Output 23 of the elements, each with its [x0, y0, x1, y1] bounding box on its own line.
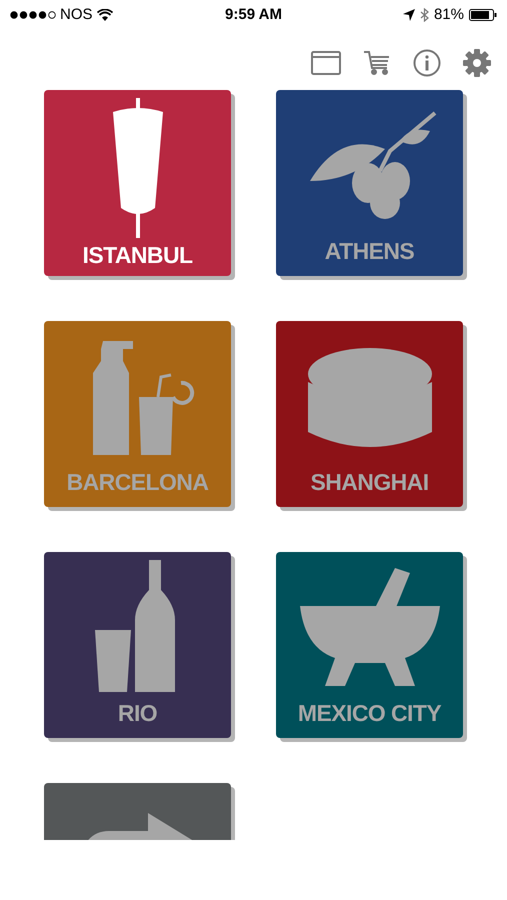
city-name: SHANGHAI	[310, 468, 429, 496]
carrier-name: NOS	[60, 4, 93, 25]
city-tile[interactable]: RIO	[44, 552, 231, 738]
folder-icon[interactable]	[311, 51, 341, 75]
bluetooth-icon	[420, 8, 429, 22]
city-name: ISTANBUL	[82, 241, 192, 270]
city-name: ATHENS	[324, 236, 414, 266]
city-name: MEXICO CITY	[298, 698, 442, 728]
battery-icon	[469, 9, 497, 21]
city-name: BARCELONA	[66, 468, 208, 496]
city-tile[interactable]: ISTANBUL	[44, 90, 231, 276]
city-tile[interactable]: ATHENS	[276, 90, 463, 276]
wifi-icon	[96, 9, 113, 21]
info-icon[interactable]	[413, 49, 441, 77]
battery-percentage: 81%	[434, 4, 464, 25]
settings-icon[interactable]	[463, 49, 491, 77]
location-arrow-icon	[402, 9, 415, 21]
signal-strength-icon	[10, 11, 56, 19]
city-tile[interactable]: MEXICO CITY	[276, 552, 463, 738]
cart-icon[interactable]	[363, 50, 391, 76]
city-tile[interactable]: SHANGHAI	[276, 321, 463, 507]
clock-time: 9:59 AM	[225, 4, 282, 25]
city-name: RIO	[118, 698, 158, 728]
